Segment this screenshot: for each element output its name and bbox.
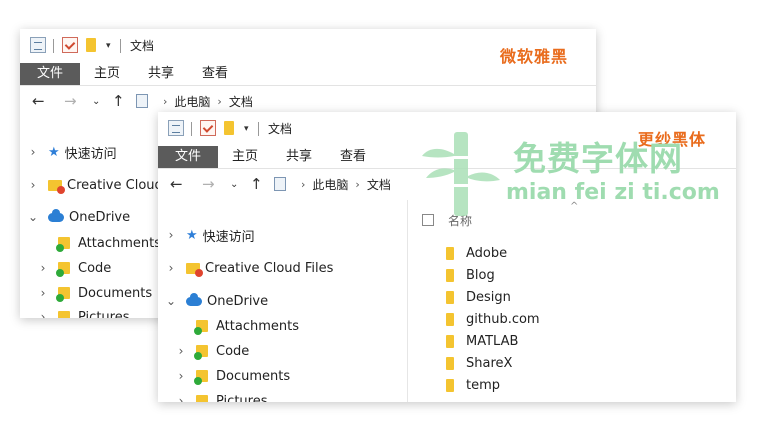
onedrive-folder-icon: [56, 262, 70, 277]
nav-item-label: Code: [78, 260, 112, 276]
onedrive-folder-icon: [194, 370, 208, 385]
file-name: MATLAB: [466, 333, 519, 349]
file-name: temp: [466, 377, 501, 393]
onedrive-folder-icon: [196, 395, 208, 402]
pane-divider[interactable]: [407, 200, 408, 402]
onedrive-folder-icon: [58, 311, 70, 318]
nav-item-label: Creative Cloud Files: [205, 260, 334, 276]
nav-item-onedrive[interactable]: ⌄ OneDrive: [28, 207, 130, 227]
onedrive-cloud-icon: [48, 208, 64, 222]
bamboo-logo-icon: [422, 132, 500, 216]
nav-item-label: OneDrive: [207, 293, 269, 309]
file-row-temp[interactable]: temp: [446, 375, 500, 395]
chevron-right-icon[interactable]: ›: [166, 261, 176, 275]
file-row-adobe[interactable]: Adobe: [446, 243, 507, 263]
nav-item-code[interactable]: › Code: [176, 341, 249, 361]
nav-item-label: Attachments: [216, 318, 299, 334]
folder-icon: [446, 356, 454, 370]
folder-icon: [446, 290, 454, 304]
creative-cloud-folder-icon: [48, 179, 65, 194]
onedrive-folder-icon: [194, 320, 208, 335]
file-name: Adobe: [466, 245, 508, 261]
navigation-pane: › ★ 快速访问 › Creative Cloud Files ⌄ OneDri…: [158, 112, 408, 402]
file-row-design[interactable]: Design: [446, 287, 511, 307]
nav-item-attachments[interactable]: Attachments: [54, 233, 161, 253]
chevron-down-icon[interactable]: ⌄: [166, 294, 176, 308]
nav-item-quick-access[interactable]: › ★ 快速访问: [166, 225, 255, 245]
nav-item-creative-cloud[interactable]: › Creative Cloud: [28, 175, 163, 195]
file-name: ShareX: [466, 355, 513, 371]
folder-icon: [446, 246, 454, 260]
nav-item-code[interactable]: › Code: [38, 258, 111, 278]
star-icon: ★: [186, 227, 198, 243]
folder-icon: [446, 378, 454, 392]
nav-item-label: Pictures: [78, 309, 130, 319]
file-name: github.com: [466, 311, 540, 327]
watermark-title: 免费字体网: [513, 139, 683, 178]
folder-icon: [446, 334, 454, 348]
nav-item-label: Code: [216, 343, 250, 359]
creative-cloud-folder-icon: [186, 262, 203, 277]
file-row-matlab[interactable]: MATLAB: [446, 331, 518, 351]
file-name: Design: [466, 289, 511, 305]
chevron-right-icon[interactable]: ›: [38, 286, 48, 300]
file-name: Blog: [466, 267, 495, 283]
onedrive-folder-icon: [56, 287, 70, 302]
nav-item-documents[interactable]: › Documents: [176, 366, 290, 386]
nav-item-label: Creative Cloud: [67, 177, 163, 193]
file-row-github[interactable]: github.com: [446, 309, 540, 329]
nav-item-label: Documents: [78, 285, 153, 301]
nav-item-label: 快速访问: [64, 146, 117, 162]
star-icon: ★: [48, 144, 60, 160]
onedrive-cloud-icon: [186, 292, 202, 306]
nav-item-creative-cloud-files[interactable]: › Creative Cloud Files: [166, 258, 333, 278]
folder-icon: [446, 268, 454, 282]
chevron-right-icon[interactable]: ›: [166, 228, 176, 242]
nav-item-onedrive[interactable]: ⌄ OneDrive: [166, 291, 268, 311]
nav-item-attachments[interactable]: Attachments: [192, 316, 299, 336]
chevron-right-icon[interactable]: ›: [28, 145, 38, 159]
file-row-blog[interactable]: Blog: [446, 265, 495, 285]
chevron-right-icon[interactable]: ›: [176, 394, 186, 402]
chevron-down-icon[interactable]: ⌄: [28, 210, 38, 224]
file-row-sharex[interactable]: ShareX: [446, 353, 512, 373]
nav-item-quick-access[interactable]: › ★ 快速访问: [28, 142, 117, 162]
nav-item-documents[interactable]: › Documents: [38, 283, 152, 303]
folder-icon: [446, 312, 454, 326]
onedrive-folder-icon: [56, 237, 70, 252]
watermark-subtitle: mian fei zi ti.com: [506, 180, 720, 205]
nav-item-pictures[interactable]: › Pictures: [38, 307, 129, 318]
nav-item-label: Pictures: [216, 393, 268, 403]
nav-item-label: Attachments: [78, 235, 161, 251]
nav-item-label: 快速访问: [202, 229, 255, 245]
chevron-right-icon[interactable]: ›: [176, 344, 186, 358]
onedrive-folder-icon: [194, 345, 208, 360]
nav-item-pictures[interactable]: › Pictures: [176, 391, 267, 402]
chevron-right-icon[interactable]: ›: [28, 178, 38, 192]
nav-item-label: Documents: [216, 368, 291, 384]
chevron-right-icon[interactable]: ›: [38, 261, 48, 275]
nav-item-label: OneDrive: [69, 209, 131, 225]
chevron-right-icon[interactable]: ›: [176, 369, 186, 383]
chevron-right-icon[interactable]: ›: [38, 310, 48, 318]
